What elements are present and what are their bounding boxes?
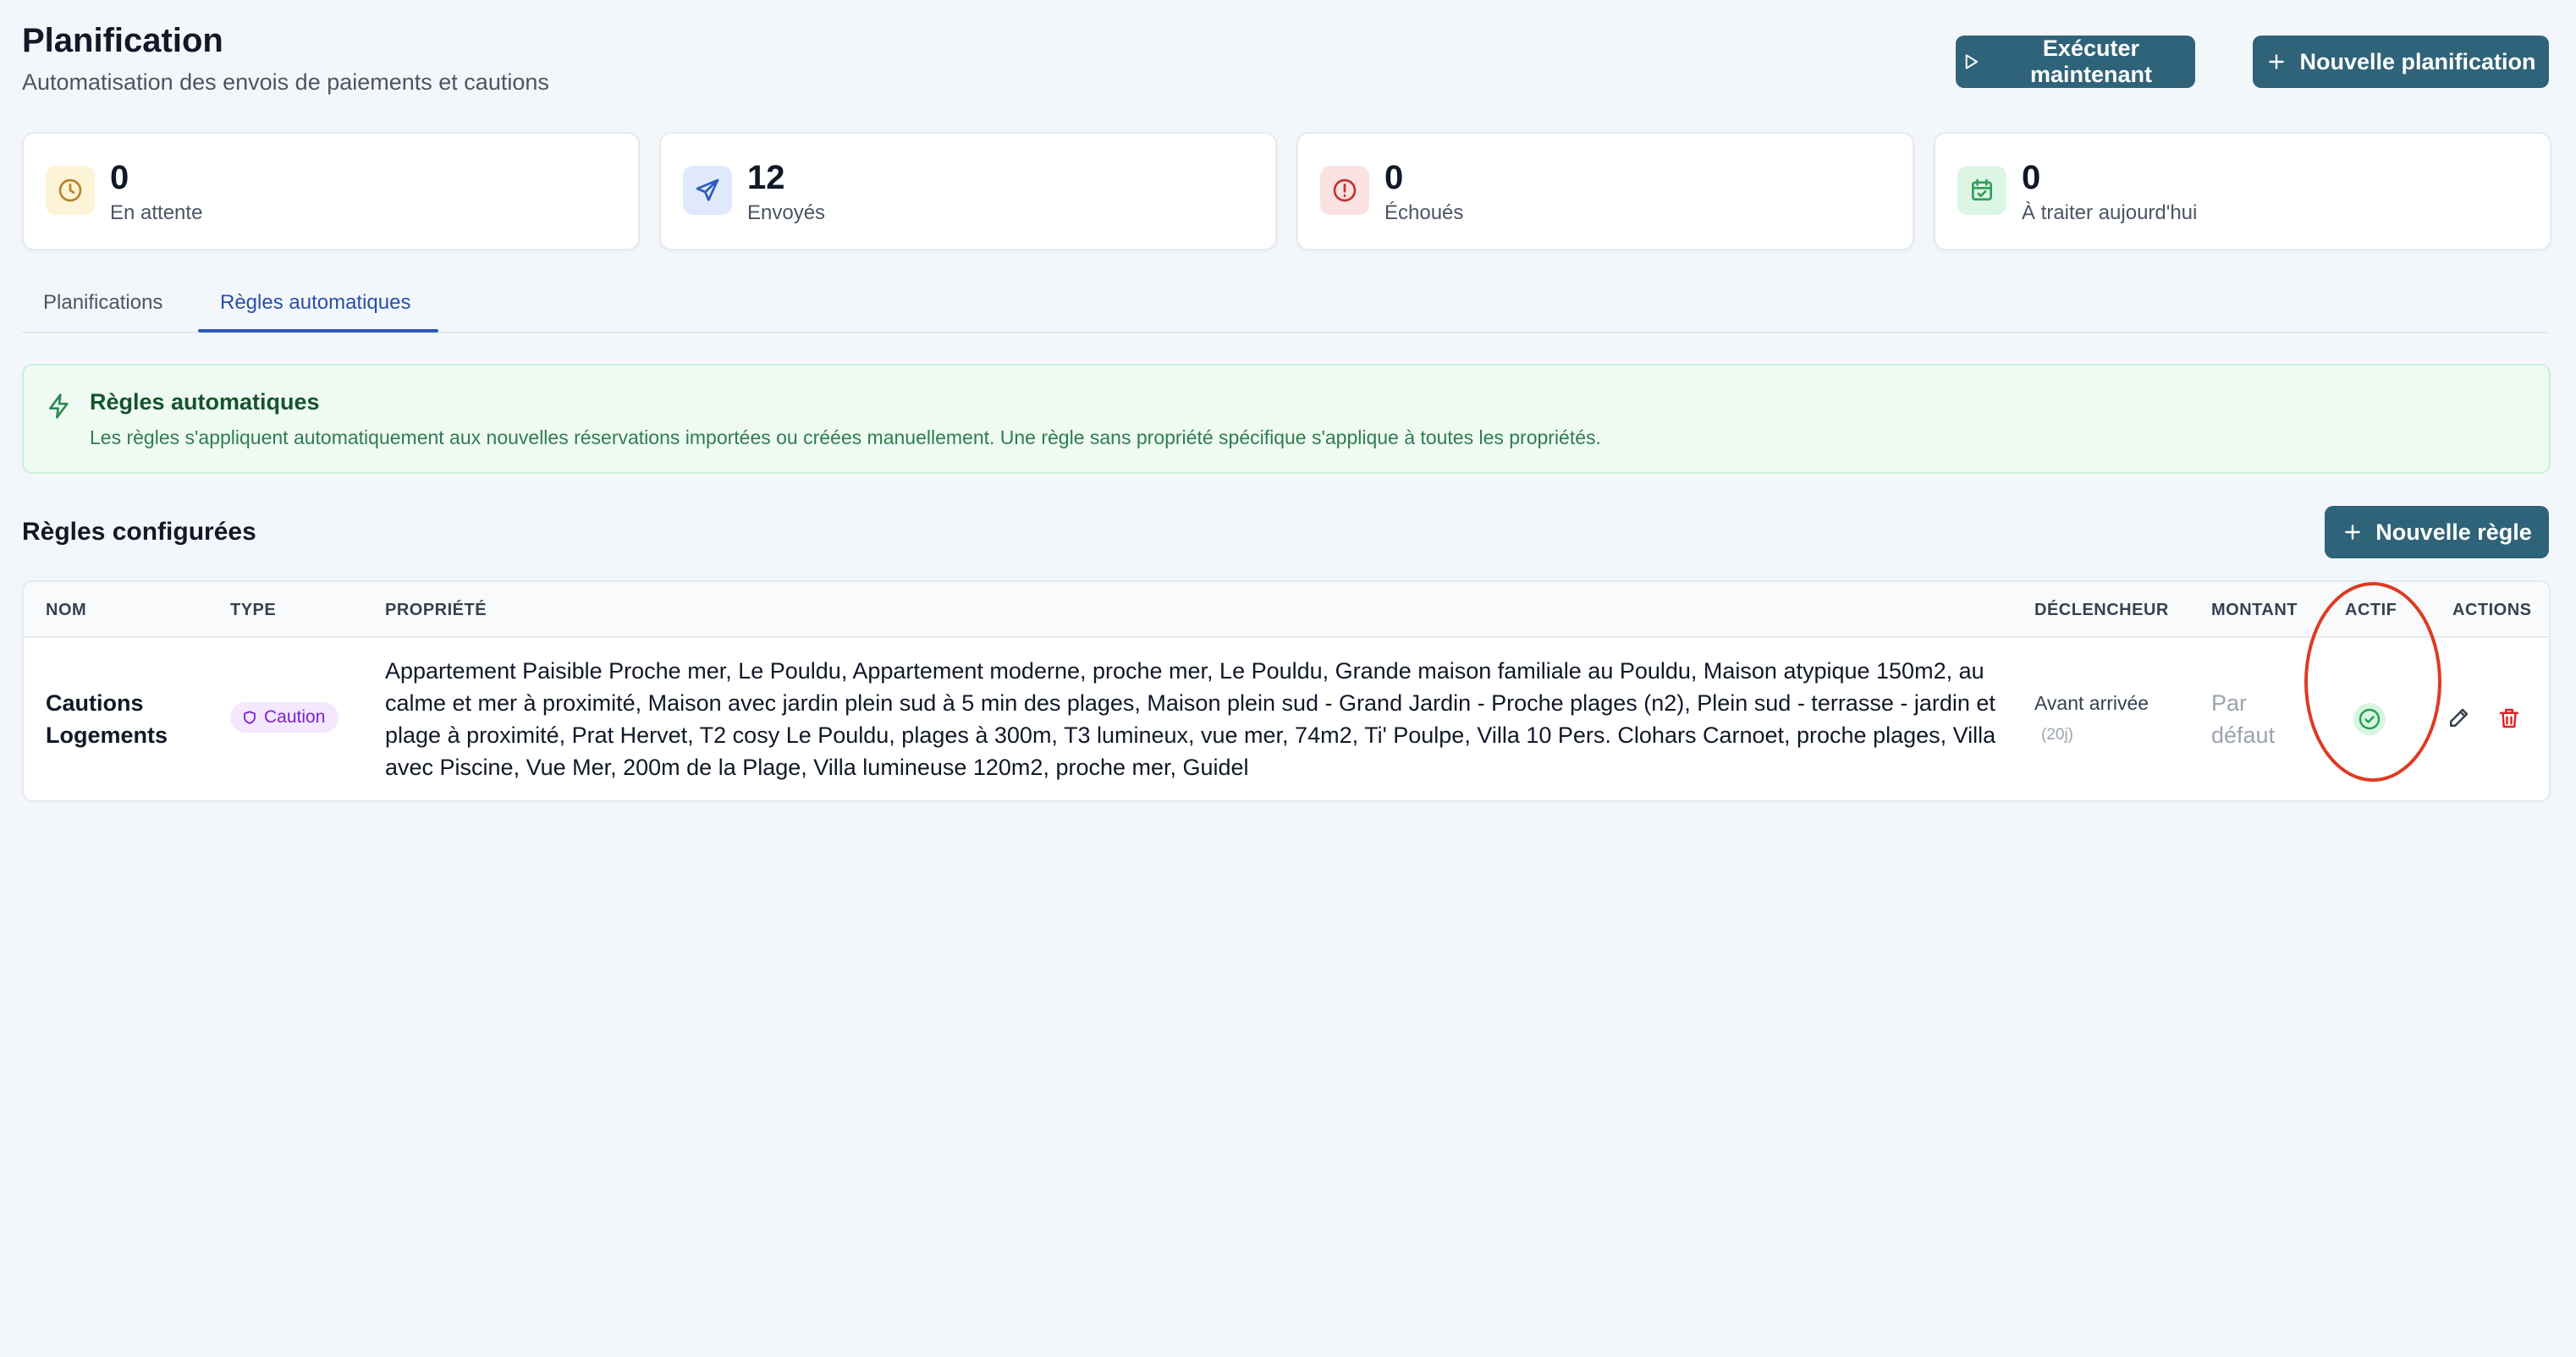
- stat-label: À traiter aujourd'hui: [2022, 201, 2198, 224]
- tab-planifications[interactable]: Planifications: [43, 291, 162, 315]
- clock-icon: [46, 166, 95, 215]
- rules-table: NOM TYPE PROPRIÉTÉ DÉCLENCHEUR MONTANT A…: [22, 580, 2551, 802]
- run-now-button[interactable]: Exécuter maintenant: [1956, 36, 2195, 88]
- stat-card-sent: 12 Envoyés: [659, 132, 1277, 250]
- column-header-name: NOM: [46, 601, 87, 619]
- plus-icon: [2269, 54, 2285, 69]
- rule-amount: Par défaut: [2211, 690, 2276, 748]
- alert-circle-icon: [1320, 166, 1369, 215]
- shield-icon: [244, 711, 256, 724]
- calendar-check-icon: [1957, 166, 2006, 215]
- new-planning-label: Nouvelle planification: [2299, 48, 2536, 74]
- stat-value: 12: [747, 159, 785, 196]
- stats-row: 0 En attente 12 Envoyés 0 Échoués 0 À tr…: [22, 132, 2551, 250]
- page-subtitle: Automatisation des envois de paiements e…: [22, 69, 549, 95]
- table-header: NOM TYPE PROPRIÉTÉ DÉCLENCHEUR MONTANT A…: [24, 582, 2549, 638]
- type-badge-label: Caution: [264, 707, 326, 727]
- column-header-type: TYPE: [230, 601, 277, 619]
- play-icon: [1965, 54, 1979, 69]
- edit-icon[interactable]: [2446, 706, 2471, 731]
- rule-name: Cautions Logements: [46, 690, 168, 748]
- stat-label: Échoués: [1384, 201, 1464, 224]
- plus-icon: [2345, 525, 2360, 540]
- send-icon: [683, 166, 732, 215]
- stat-card-today: 0 À traiter aujourd'hui: [1934, 132, 2551, 250]
- column-header-actions: ACTIONS: [2452, 601, 2532, 619]
- rule-trigger-days: (20j): [2041, 726, 2074, 744]
- annotation-circle: [2304, 582, 2441, 782]
- tab-rules[interactable]: Règles automatiques: [220, 291, 410, 315]
- stat-label: Envoyés: [747, 201, 826, 224]
- column-header-amount: MONTANT: [2211, 601, 2298, 619]
- page-header: Planification Automatisation des envois …: [22, 22, 2549, 107]
- new-rule-button[interactable]: Nouvelle règle: [2325, 506, 2549, 558]
- column-header-property: PROPRIÉTÉ: [385, 601, 487, 619]
- run-now-label: Exécuter maintenant: [2029, 36, 2152, 87]
- active-tab-indicator: [198, 329, 438, 332]
- stat-value: 0: [110, 159, 129, 196]
- info-banner: Règles automatiques Les règles s'appliqu…: [22, 364, 2551, 474]
- stat-value: 0: [2022, 159, 2041, 196]
- stat-card-failed: 0 Échoués: [1296, 132, 1914, 250]
- column-header-trigger: DÉCLENCHEUR: [2034, 601, 2169, 619]
- rule-properties: Appartement Paisible Proche mer, Le Poul…: [385, 658, 1996, 780]
- page-title: Planification: [22, 22, 223, 59]
- lightning-icon: [49, 393, 69, 419]
- stat-card-pending: 0 En attente: [22, 132, 640, 250]
- delete-icon[interactable]: [2496, 706, 2522, 731]
- stat-label: En attente: [110, 201, 203, 224]
- new-rule-label: Nouvelle règle: [2375, 519, 2532, 545]
- stat-value: 0: [1384, 159, 1404, 196]
- type-badge: Caution: [230, 702, 339, 733]
- new-planning-button[interactable]: Nouvelle planification: [2253, 36, 2549, 88]
- tab-bar: Planifications Règles automatiques: [22, 279, 2549, 333]
- section-title: Règles configurées: [22, 518, 256, 546]
- rule-trigger: Avant arrivée: [2034, 692, 2149, 714]
- banner-text: Les règles s'appliquent automatiquement …: [90, 426, 1601, 448]
- banner-title: Règles automatiques: [90, 389, 320, 415]
